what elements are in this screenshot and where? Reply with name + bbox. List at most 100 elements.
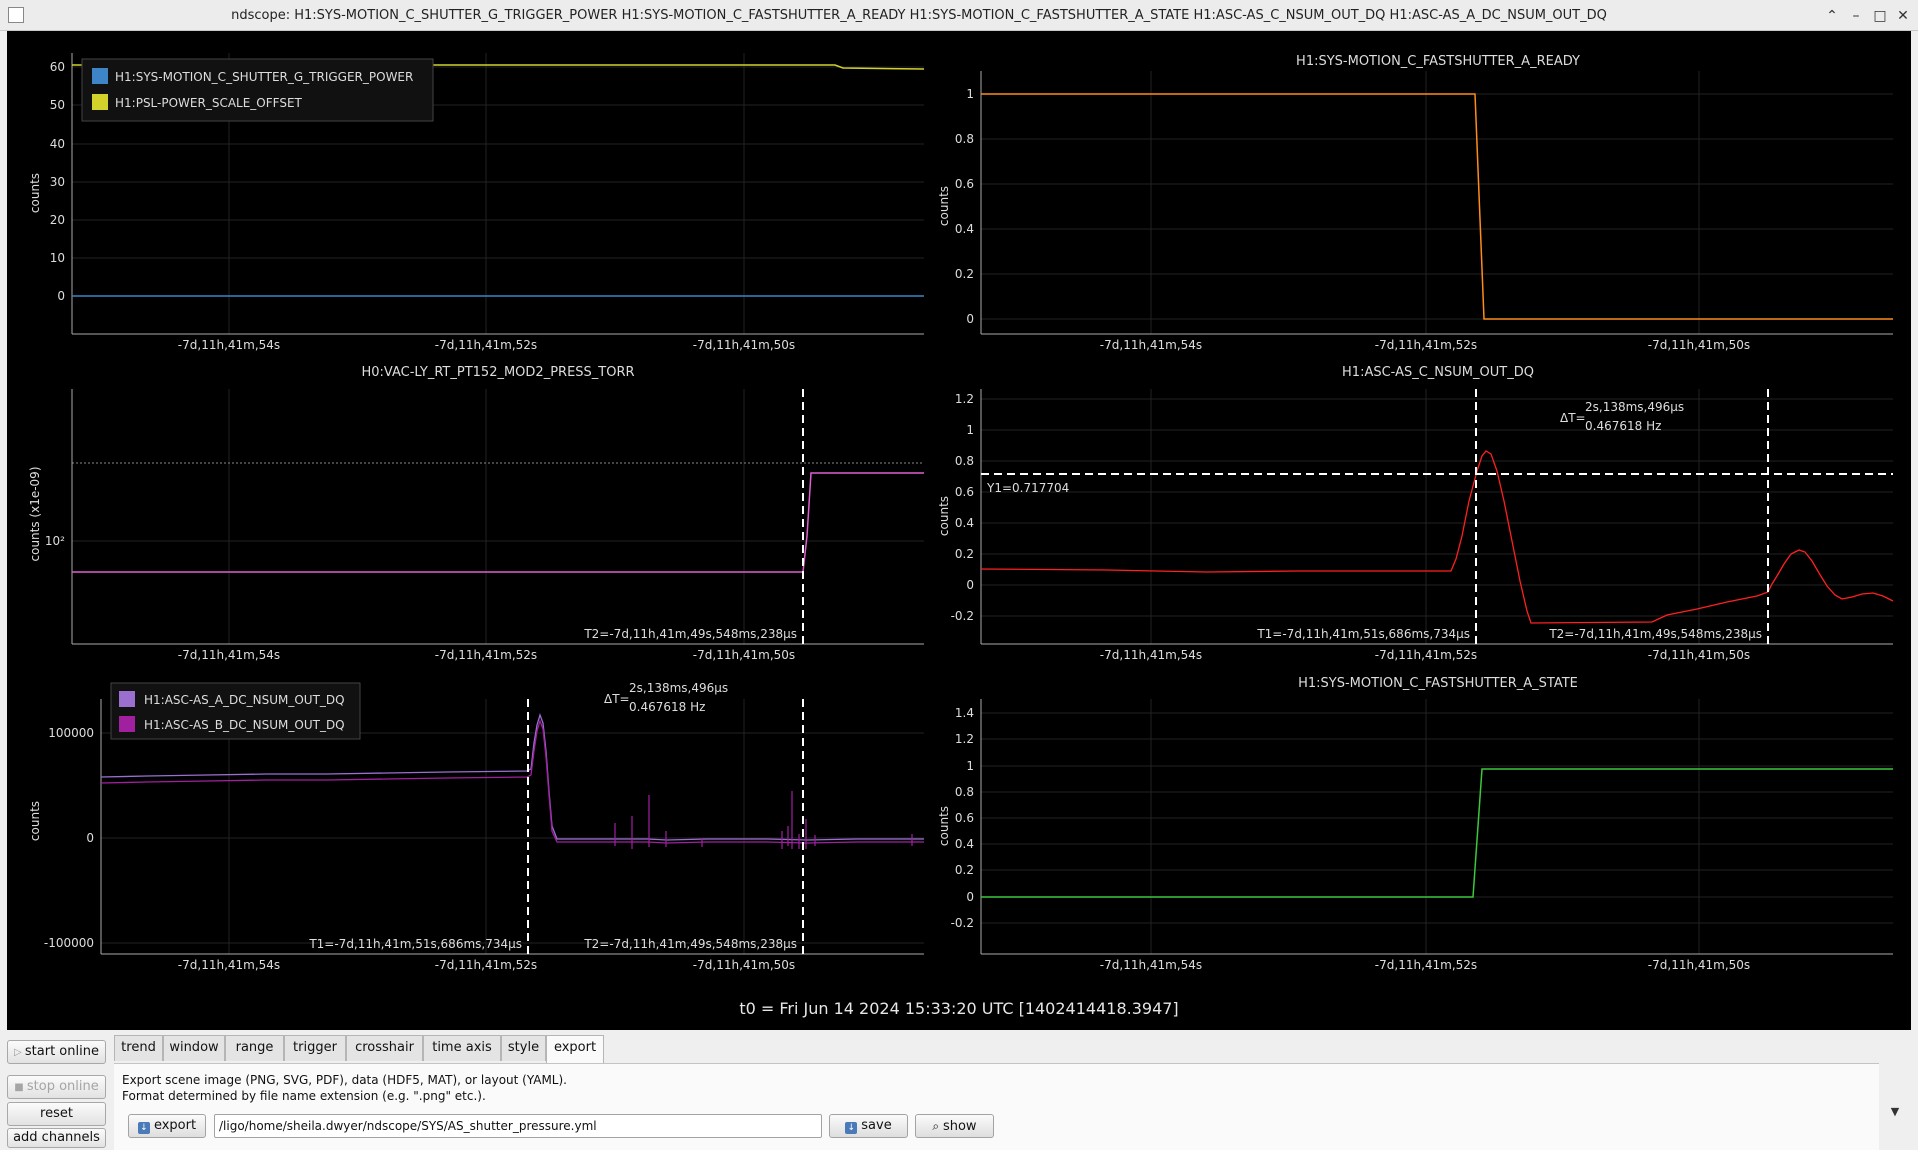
minimize-button[interactable]: – [1846, 6, 1866, 26]
add-channels-button[interactable]: add channels [7, 1128, 106, 1148]
ytick: 20 [50, 213, 65, 227]
ytick: 0 [966, 578, 974, 592]
plot-trigger-power[interactable]: 60 50 40 30 20 10 0 counts -7d,11h,41m,5… [28, 53, 925, 352]
ytick: 1 [966, 423, 974, 437]
ytick: -100000 [44, 936, 94, 950]
app-icon [8, 7, 24, 23]
delta-t-label: ΔT= [604, 692, 630, 706]
xtick: -7d,11h,41m,54s [178, 648, 280, 662]
export-icon: ↓ [137, 1122, 150, 1134]
tab-range[interactable]: range [225, 1035, 284, 1061]
close-button[interactable]: ✕ [1893, 6, 1913, 26]
export-path-input[interactable]: /ligo/home/sheila.dwyer/ndscope/SYS/AS_s… [214, 1114, 822, 1138]
save-button[interactable]: ↓ save [829, 1114, 908, 1138]
cursor-label: Y1=0.717704 [986, 481, 1069, 495]
legend: H1:ASC-AS_A_DC_NSUM_OUT_DQ H1:ASC-AS_B_D… [110, 682, 361, 740]
maximize-button[interactable]: □ [1870, 6, 1890, 26]
plot-asc-as-c-nsum[interactable]: H1:ASC-AS_C_NSUM_OUT_DQ 1.2 1 0.8 0.6 0.… [937, 365, 1894, 662]
ytick: 0.6 [955, 485, 974, 499]
window-titlebar: ndscope: H1:SYS-MOTION_C_SHUTTER_G_TRIGG… [0, 0, 1918, 31]
delta-freq-value: 0.467618 Hz [629, 700, 705, 714]
xtick: -7d,11h,41m,50s [693, 338, 795, 352]
ytick: 0.4 [955, 222, 974, 236]
tab-crosshair[interactable]: crosshair [346, 1035, 423, 1061]
save-icon: ↓ [845, 1122, 858, 1134]
ytick: 100000 [48, 726, 94, 740]
tab-window[interactable]: window [163, 1035, 225, 1061]
tab-trend[interactable]: trend [114, 1035, 163, 1061]
legend-entry: H1:SYS-MOTION_C_SHUTTER_G_TRIGGER_POWER [115, 70, 413, 84]
ytick: 30 [50, 175, 65, 189]
legend-swatch [92, 94, 108, 110]
tab-export[interactable]: export [546, 1035, 604, 1063]
export-button[interactable]: ↓ export [128, 1114, 206, 1138]
legend-swatch [119, 691, 135, 707]
xtick: -7d,11h,41m,52s [435, 338, 537, 352]
ytick: 0.2 [955, 267, 974, 281]
series-fastshutter-ready [981, 93, 1893, 320]
ytick: 0.6 [955, 811, 974, 825]
ytick: 0.8 [955, 785, 974, 799]
ytick: 0.8 [955, 454, 974, 468]
ytick: 60 [50, 60, 65, 74]
y-axis-label: counts [28, 801, 42, 841]
xtick: -7d,11h,41m,54s [178, 338, 280, 352]
legend-entry: H1:ASC-AS_B_DC_NSUM_OUT_DQ [144, 718, 345, 732]
ytick: 0 [966, 890, 974, 904]
series-vac-pressure [72, 472, 924, 573]
ytick: 0 [966, 312, 974, 326]
window-title: ndscope: H1:SYS-MOTION_C_SHUTTER_G_TRIGG… [231, 8, 1607, 23]
tab-style[interactable]: style [501, 1035, 546, 1061]
play-icon: ▷ [14, 1047, 25, 1058]
ytick: 0 [86, 831, 94, 845]
stop-online-button: ■ stop online [7, 1075, 106, 1099]
tab-time-axis[interactable]: time axis [423, 1035, 501, 1061]
cursor-label: T2=-7d,11h,41m,49s,548ms,238μs [1548, 627, 1762, 641]
delta-t-label: ΔT= [1560, 411, 1586, 425]
ytick: 0 [57, 289, 65, 303]
plot-title: H1:ASC-AS_C_NSUM_OUT_DQ [1342, 365, 1534, 380]
reset-button[interactable]: reset [7, 1102, 106, 1126]
export-help-line: Format determined by file name extension… [122, 1089, 486, 1103]
delta-t-value: 2s,138ms,496μs [1585, 400, 1684, 414]
ytick: 1.2 [955, 392, 974, 406]
plot-title: H1:SYS-MOTION_C_FASTSHUTTER_A_READY [1296, 54, 1580, 69]
start-online-button[interactable]: ▷ start online [7, 1040, 106, 1064]
plot-asc-as-dc-nsum[interactable]: 100000 0 -100000 counts -7d,11h,41m,54s … [28, 681, 924, 972]
plot-vac-pressure[interactable]: H0:VAC-LY_RT_PT152_MOD2_PRESS_TORR 10² c… [28, 365, 924, 662]
xtick: -7d,11h,41m,52s [435, 958, 537, 972]
tab-trigger[interactable]: trigger [284, 1035, 346, 1061]
ytick: 0.4 [955, 837, 974, 851]
plot-fastshutter-ready[interactable]: H1:SYS-MOTION_C_FASTSHUTTER_A_READY 1 0.… [937, 54, 1893, 352]
t0-label: t0 = Fri Jun 14 2024 15:33:20 UTC [14024… [739, 999, 1179, 1018]
legend-entry: H1:PSL-POWER_SCALE_OFFSET [115, 96, 303, 110]
xtick: -7d,11h,41m,54s [178, 958, 280, 972]
y-axis-label: counts (x1e-09) [28, 466, 42, 561]
export-help: Export scene image (PNG, SVG, PDF), data… [122, 1072, 567, 1104]
y-axis-label: counts [937, 496, 951, 536]
delta-freq-value: 0.467618 Hz [1585, 419, 1661, 433]
plot-fastshutter-state[interactable]: H1:SYS-MOTION_C_FASTSHUTTER_A_STATE 1.4 … [937, 676, 1893, 972]
ytick: 1.2 [955, 732, 974, 746]
show-button[interactable]: ⌕ show [915, 1114, 994, 1138]
cursor-label: T2=-7d,11h,41m,49s,548ms,238μs [583, 937, 797, 951]
legend-swatch [92, 68, 108, 84]
scope-canvas[interactable]: 60 50 40 30 20 10 0 counts -7d,11h,41m,5… [7, 31, 1911, 1030]
ytick: 50 [50, 98, 65, 112]
magnifier-icon: ⌕ [932, 1119, 943, 1133]
ytick: -0.2 [951, 609, 974, 623]
ytick: 1.4 [955, 706, 974, 720]
restore-icon[interactable]: ⌃ [1822, 6, 1842, 26]
legend: H1:SYS-MOTION_C_SHUTTER_G_TRIGGER_POWER … [81, 58, 434, 122]
xtick: -7d,11h,41m,54s [1100, 338, 1202, 352]
ytick: 1 [966, 87, 974, 101]
ytick: 0.2 [955, 547, 974, 561]
panel-collapse-icon[interactable]: ▼ [1888, 1105, 1902, 1119]
xtick: -7d,11h,41m,52s [1375, 958, 1477, 972]
delta-t-value: 2s,138ms,496μs [629, 681, 728, 695]
stop-icon: ■ [14, 1082, 27, 1093]
ytick: -0.2 [951, 916, 974, 930]
xtick: -7d,11h,41m,50s [1648, 338, 1750, 352]
xtick: -7d,11h,41m,54s [1100, 648, 1202, 662]
cursor-label: T2=-7d,11h,41m,49s,548ms,238μs [583, 627, 797, 641]
